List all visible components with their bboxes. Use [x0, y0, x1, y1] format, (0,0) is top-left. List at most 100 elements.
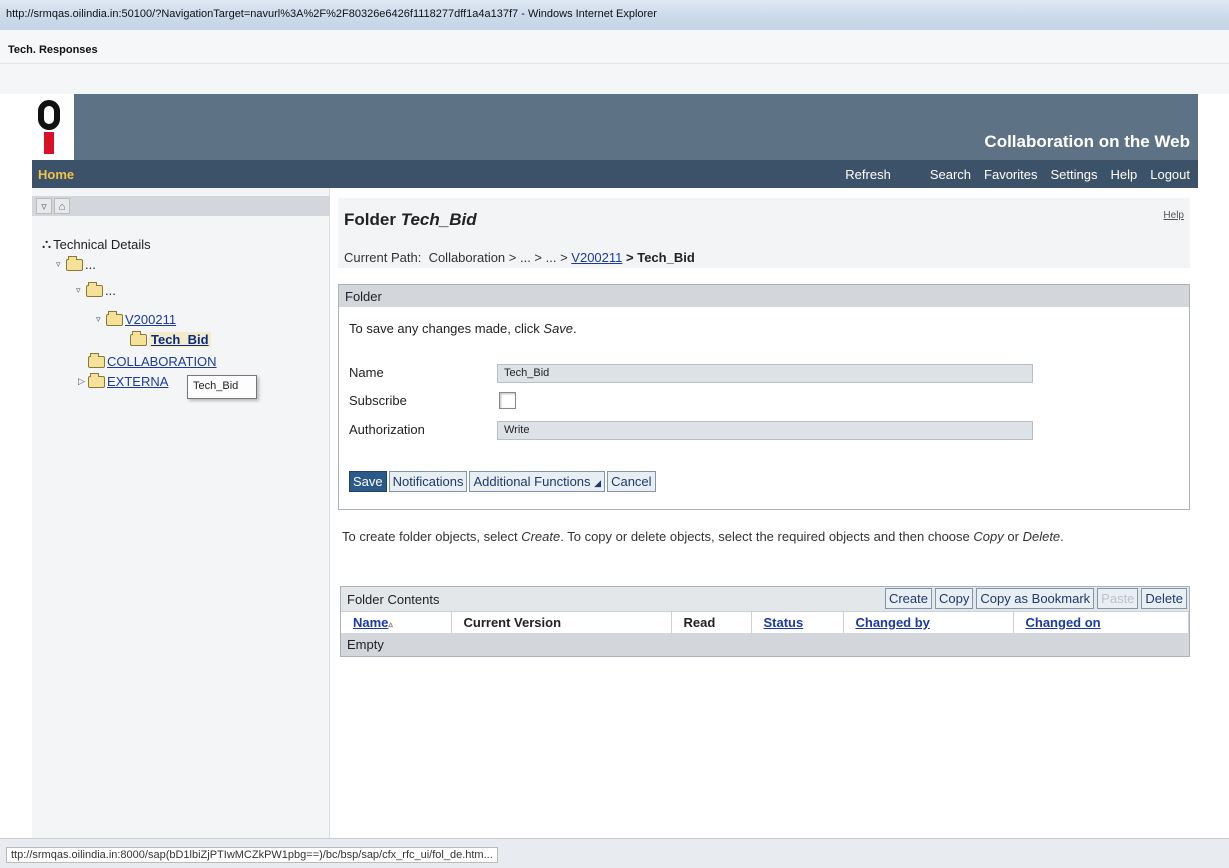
- expand-arrow-icon[interactable]: ▷: [78, 376, 88, 387]
- company-logo-icon: [32, 94, 74, 160]
- open-folder-icon: [130, 330, 147, 346]
- subscribe-label: Subscribe: [349, 393, 407, 408]
- table-header-row: Name▵ Current Version Read Status Change…: [341, 611, 1189, 633]
- folder-contents: Folder Contents Create Copy Copy as Book…: [340, 586, 1190, 657]
- folder-box-header: Folder: [339, 285, 1189, 307]
- nav-home[interactable]: Home: [38, 167, 74, 182]
- tree-root[interactable]: ⛬ Technical Details: [42, 236, 151, 252]
- folder-contents-actions: Create Copy Copy as Bookmark Paste Delet…: [884, 588, 1187, 609]
- col-changed-by[interactable]: Changed by: [843, 611, 1014, 633]
- folder-icon: [106, 310, 123, 326]
- status-url: ttp://srmqas.oilindia.in:8000/sap(bD1lbi…: [6, 847, 498, 863]
- dropdown-triangle-icon: ◢: [594, 478, 602, 488]
- tree-item-label[interactable]: COLLABORATION: [107, 354, 217, 369]
- copy-as-bookmark-button[interactable]: Copy as Bookmark: [976, 588, 1095, 609]
- info-em-copy: Copy: [973, 529, 1004, 544]
- tree-item-v200211[interactable]: ▿ V200211: [96, 310, 176, 327]
- save-note-em: Save: [543, 321, 574, 336]
- tree-item-ellipsis-2[interactable]: ▿...: [76, 281, 116, 298]
- tree-item-collaboration[interactable]: COLLABORATION: [88, 352, 217, 369]
- save-button[interactable]: Save: [349, 471, 387, 492]
- page-title: Folder Tech_Bid: [344, 210, 477, 230]
- col-read: Read: [671, 611, 752, 633]
- notifications-button[interactable]: Notifications: [388, 471, 468, 492]
- create-instructions: To create folder objects, select Create.…: [342, 528, 1192, 546]
- folder-icon: [88, 372, 105, 388]
- save-note: To save any changes made, click Save.: [349, 321, 577, 336]
- breadcrumb-label: Current Path:: [344, 250, 422, 265]
- expand-icon[interactable]: ▿: [96, 314, 106, 325]
- sort-asc-icon[interactable]: ▵: [388, 619, 393, 629]
- info-text-1: To create folder objects, select: [342, 529, 518, 544]
- tree-root-icon: ⛬: [42, 236, 52, 251]
- col-name-label[interactable]: Name: [353, 615, 388, 630]
- col-changed-on[interactable]: Changed on: [1013, 611, 1189, 633]
- app-header: Collaboration on the Web: [32, 94, 1198, 160]
- authorization-label: Authorization: [349, 422, 425, 437]
- nav-refresh[interactable]: Refresh: [845, 167, 891, 182]
- tree-root-label: Technical Details: [53, 236, 151, 252]
- save-note-suffix: .: [573, 321, 577, 336]
- tree-item-external[interactable]: ▷ EXTERNA: [78, 372, 168, 389]
- tree-item-label[interactable]: V200211: [125, 312, 176, 327]
- collapse-icon[interactable]: ▿: [36, 198, 52, 214]
- nav-search[interactable]: Search: [930, 167, 971, 182]
- tab-title[interactable]: Tech. Responses: [8, 44, 98, 56]
- paste-button: Paste: [1097, 588, 1139, 609]
- breadcrumb-text: Collaboration > ... > ... >: [428, 250, 568, 265]
- nav-favorites[interactable]: Favorites: [984, 167, 1037, 182]
- tree-item-tech-bid[interactable]: Tech_Bid: [130, 330, 211, 347]
- col-status[interactable]: Status: [751, 611, 844, 633]
- col-current-version: Current Version: [451, 611, 672, 633]
- empty-text: Empty: [341, 633, 1189, 656]
- folder-icon: [66, 255, 83, 271]
- additional-functions-label: Additional Functions: [473, 474, 591, 489]
- folder-header: Folder Tech_Bid Help Current Path: Colla…: [338, 198, 1190, 268]
- subscribe-checkbox[interactable]: [499, 392, 516, 409]
- expand-icon[interactable]: ▿: [56, 259, 66, 270]
- folder-icon: [86, 281, 103, 297]
- window-titlebar: http://srmqas.oilindia.in:50100/?Navigat…: [0, 0, 1229, 30]
- page-top-spacer: [0, 64, 1229, 94]
- create-button[interactable]: Create: [884, 588, 932, 609]
- delete-button[interactable]: Delete: [1141, 588, 1187, 609]
- copy-button[interactable]: Copy: [934, 588, 974, 609]
- info-text-3: or: [1007, 529, 1019, 544]
- tree-item-label-selected[interactable]: Tech_Bid: [149, 332, 211, 347]
- info-em-delete: Delete: [1022, 529, 1061, 544]
- col-changed-by-label[interactable]: Changed by: [856, 615, 930, 630]
- tree-toolbar: ▿ ⌂: [32, 196, 330, 216]
- help-link[interactable]: Help: [1163, 210, 1184, 221]
- folder-properties-box: Folder To save any changes made, click S…: [338, 284, 1190, 510]
- breadcrumb-current: > Tech_Bid: [626, 250, 695, 265]
- nav-links: Refresh Search Favorites Settings Help L…: [832, 167, 1190, 182]
- col-status-label[interactable]: Status: [764, 615, 804, 630]
- col-name[interactable]: Name▵: [341, 611, 452, 633]
- cancel-button[interactable]: Cancel: [607, 471, 656, 492]
- home-icon[interactable]: ⌂: [54, 198, 70, 214]
- name-field[interactable]: Tech_Bid: [497, 364, 1033, 383]
- brand-title: Collaboration on the Web: [984, 132, 1190, 151]
- contents-table: Name▵ Current Version Read Status Change…: [341, 611, 1189, 656]
- save-note-text: To save any changes made, click: [349, 321, 540, 336]
- folder-icon: [88, 352, 105, 368]
- tree-item-label[interactable]: EXTERNA: [107, 374, 168, 389]
- name-label: Name: [349, 365, 384, 380]
- breadcrumb-link-v200211[interactable]: V200211: [571, 250, 622, 265]
- nav-help[interactable]: Help: [1110, 167, 1137, 182]
- tree-item-label: ...: [105, 283, 116, 298]
- folder-actions: Save Notifications Additional Functions …: [349, 471, 656, 492]
- table-row-empty: Empty: [341, 633, 1189, 656]
- browser-status-bar: ttp://srmqas.oilindia.in:8000/sap(bD1lbi…: [0, 838, 1229, 868]
- top-nav: Home Refresh Search Favorites Settings H…: [32, 160, 1198, 188]
- expand-icon[interactable]: ▿: [76, 285, 86, 296]
- tree-item-label: ...: [85, 257, 96, 272]
- additional-functions-button[interactable]: Additional Functions ◢: [469, 471, 606, 492]
- window-title: http://srmqas.oilindia.in:50100/?Navigat…: [6, 8, 657, 20]
- tree-item-ellipsis-1[interactable]: ▿...: [56, 255, 96, 272]
- breadcrumb: Current Path: Collaboration > ... > ... …: [344, 250, 695, 265]
- page-title-prefix: Folder: [344, 210, 396, 229]
- nav-logout[interactable]: Logout: [1150, 167, 1190, 182]
- col-changed-on-label[interactable]: Changed on: [1026, 615, 1101, 630]
- nav-settings[interactable]: Settings: [1051, 167, 1098, 182]
